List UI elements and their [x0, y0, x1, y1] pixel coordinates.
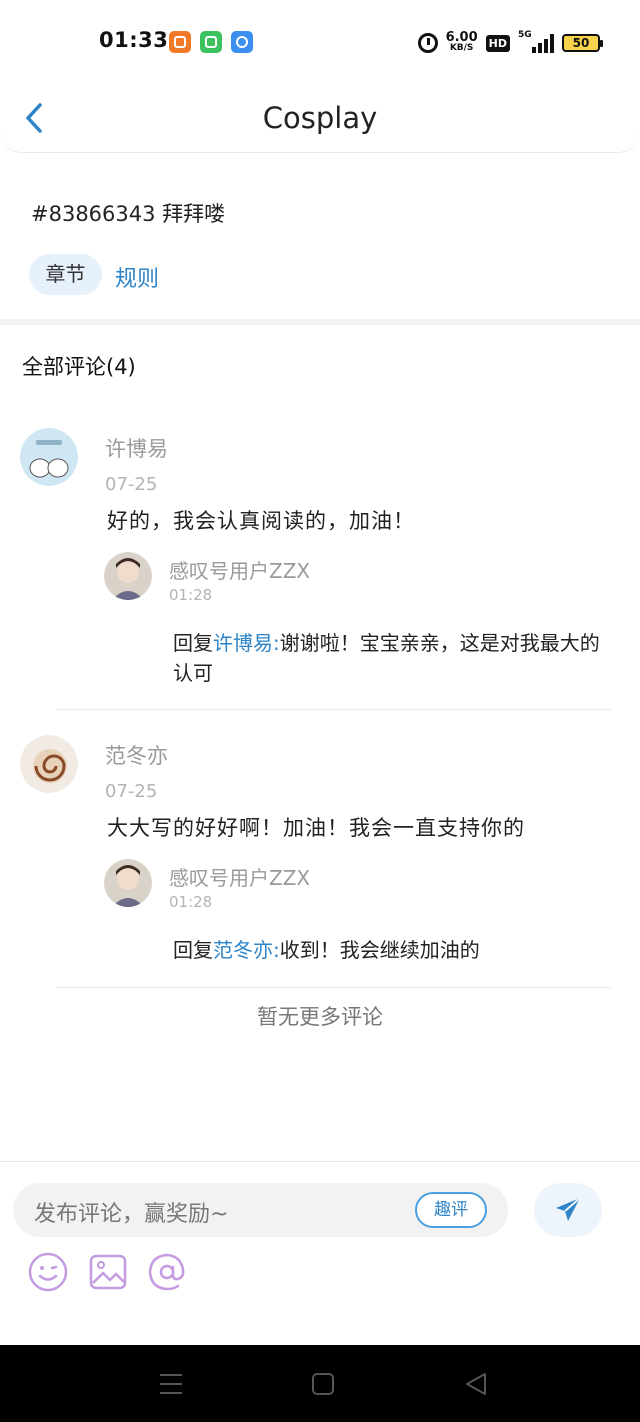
system-nav-bar: [0, 1345, 640, 1422]
mention-button[interactable]: [146, 1251, 188, 1293]
send-icon: [556, 1197, 581, 1221]
reply-time: 01:28: [169, 586, 213, 604]
menu-icon: [160, 1374, 182, 1394]
no-more-comments: 暂无更多评论: [257, 1005, 383, 1029]
comments-heading: 全部评论(4): [22, 355, 136, 379]
comment-input-placeholder: 发布评论，赢奖励~: [34, 1202, 229, 1227]
home-nav-button[interactable]: [308, 1369, 338, 1399]
emoji-button[interactable]: [27, 1251, 69, 1293]
comment-text: 大大写的好好啊！加油！我会一直支持你的: [107, 816, 525, 840]
reply-author[interactable]: 感叹号用户ZZX: [169, 862, 310, 891]
comment-author[interactable]: 范冬亦: [105, 740, 168, 770]
back-nav-button[interactable]: [461, 1369, 491, 1399]
comment-text: 好的，我会认真阅读的，加油！: [107, 509, 415, 533]
comment-author[interactable]: 许博易: [105, 433, 168, 463]
avatar[interactable]: [104, 552, 152, 600]
reply-text: 回复范冬亦:收到！我会继续加油的: [173, 938, 480, 962]
comment-divider: [56, 987, 612, 988]
page-title: Cosplay: [262, 101, 378, 135]
send-button[interactable]: [534, 1183, 602, 1237]
comment-date: 07-25: [105, 474, 158, 495]
comment-date: 07-25: [105, 781, 158, 802]
section-divider: [0, 319, 640, 325]
mention-link[interactable]: 范冬亦:: [213, 938, 280, 962]
avatar[interactable]: [20, 428, 78, 486]
mention-link[interactable]: 许博易:: [213, 631, 280, 655]
rules-link[interactable]: 规则: [115, 261, 159, 293]
quping-button[interactable]: 趣评: [415, 1192, 487, 1228]
image-button[interactable]: [87, 1251, 129, 1293]
reply-text: 回复许博易:谢谢啦！宝宝亲亲，这是对我最大的认可: [173, 631, 600, 685]
triangle-back-icon: [466, 1373, 486, 1395]
menu-nav-button[interactable]: [156, 1369, 186, 1399]
avatar[interactable]: [20, 735, 78, 793]
emoji-icon: [28, 1252, 68, 1292]
reply-time: 01:28: [169, 893, 213, 911]
avatar[interactable]: [104, 859, 152, 907]
comment-divider: [56, 709, 612, 710]
home-icon: [312, 1373, 334, 1395]
chapter-title: #83866343 拜拜喽: [31, 202, 226, 226]
chapter-tag[interactable]: 章节: [29, 254, 102, 295]
reply-author[interactable]: 感叹号用户ZZX: [169, 555, 310, 584]
mention-icon: [148, 1253, 185, 1291]
image-icon: [89, 1254, 127, 1290]
